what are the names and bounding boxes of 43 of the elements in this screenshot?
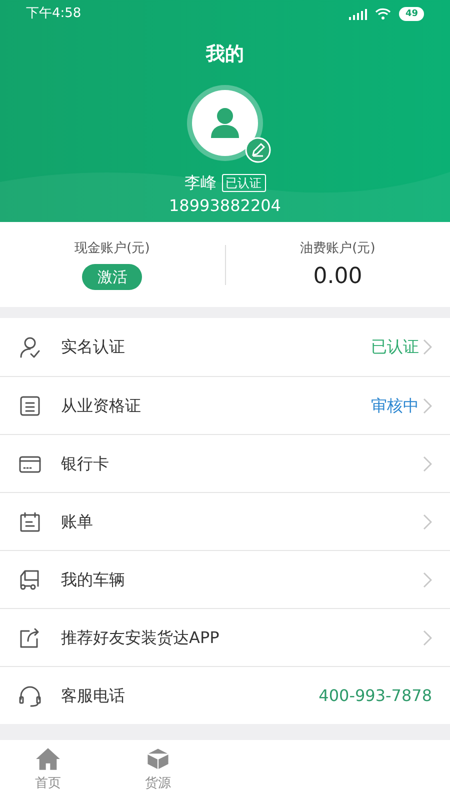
person-icon (209, 106, 241, 138)
menu-row[interactable]: 账单 (0, 492, 450, 550)
menu-row[interactable]: 我的车辆 (0, 550, 450, 608)
account-label: 油费账户(元) (300, 240, 376, 258)
page-title: 我的 (206, 42, 244, 67)
menu-label: 推荐好友安装货达APP (61, 626, 220, 648)
menu-row[interactable]: 客服电话 400-993-7878 (0, 666, 450, 724)
user-name: 李峰 (184, 172, 216, 194)
menu-label: 实名认证 (61, 336, 126, 358)
phone-number: 18993882204 (169, 194, 281, 216)
hotline-number: 400-993-7878 (318, 684, 432, 706)
menu-label: 账单 (61, 510, 94, 532)
menu-label: 从业资格证 (61, 394, 142, 416)
truck-icon (18, 568, 42, 592)
headset-icon (18, 684, 42, 708)
account-balance: 0.00 (313, 264, 362, 290)
person-check-icon (18, 335, 42, 359)
signal-icon (349, 8, 368, 20)
chevron-icon (423, 398, 432, 414)
menu-row[interactable]: 从业资格证 审核中 (0, 376, 450, 434)
document-icon (18, 394, 42, 418)
menu-label: 银行卡 (61, 452, 110, 474)
wifi-icon (375, 8, 392, 20)
menu-row[interactable]: 银行卡 (0, 434, 450, 492)
avatar[interactable] (192, 90, 258, 156)
edit-icon[interactable] (245, 136, 271, 162)
chevron-icon (423, 572, 432, 588)
home-icon (35, 746, 61, 772)
menu-row[interactable]: 推荐好友安装货达APP (0, 608, 450, 666)
menu-label: 我的车辆 (61, 568, 126, 590)
chevron-icon (423, 456, 432, 472)
status-text: 审核中 (371, 394, 419, 416)
chevron-icon (423, 339, 432, 355)
battery-indicator: 49 (399, 7, 424, 21)
verified-badge: 已认证 (222, 174, 266, 192)
account-label: 现金账户(元) (74, 240, 150, 258)
status-text: 已认证 (371, 336, 419, 358)
menu-row[interactable]: 实名认证 已认证 (0, 318, 450, 376)
chevron-icon (423, 630, 432, 646)
chevron-icon (423, 514, 432, 530)
status-time: 下午4:58 (26, 5, 82, 24)
menu-label: 客服电话 (61, 684, 126, 706)
calendar-icon (18, 510, 42, 534)
